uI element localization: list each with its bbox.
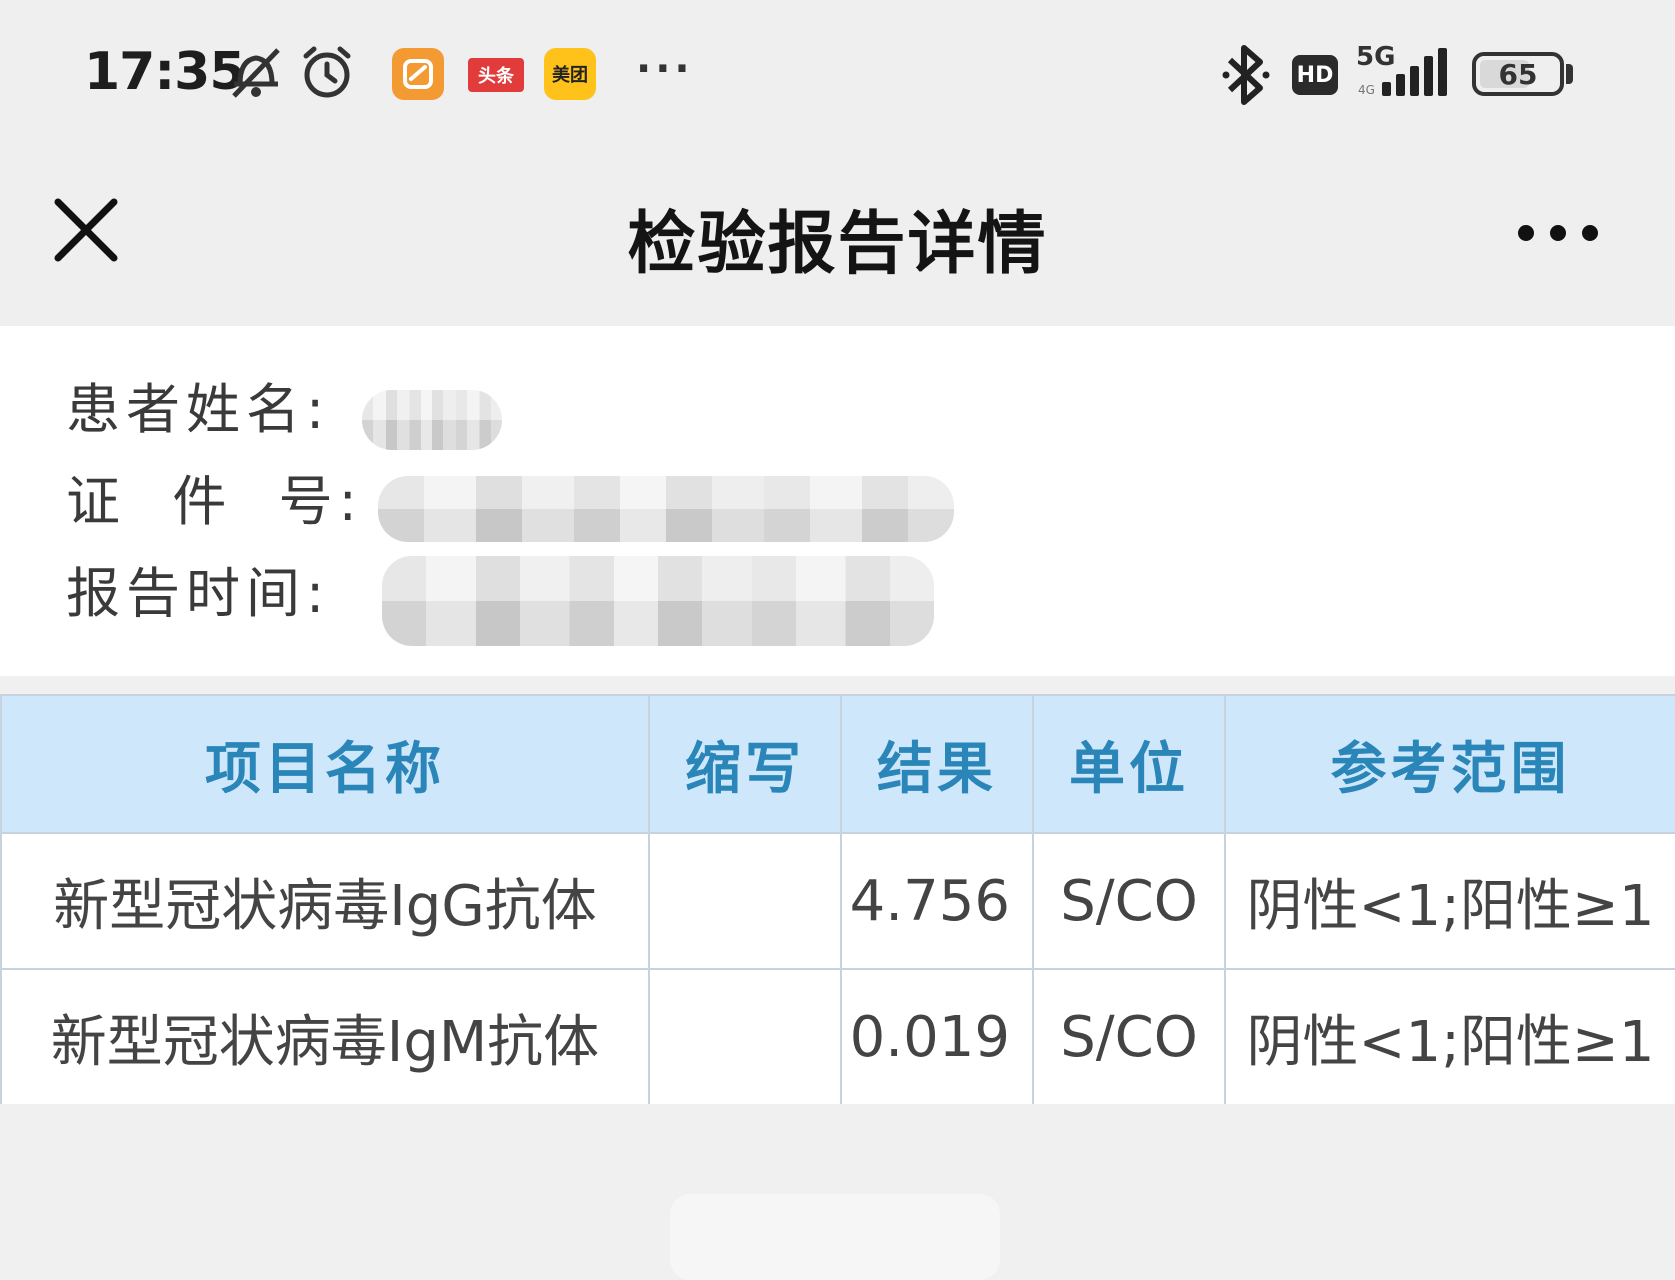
cell-abbr bbox=[648, 968, 842, 1106]
header-unit: 单位 bbox=[1032, 694, 1226, 834]
result-table: 项目名称 缩写 结果 单位 参考范围 新型冠状病毒IgG抗体 4.756 S/C… bbox=[0, 694, 1675, 1106]
toutiao-app-label: 头条 bbox=[478, 66, 514, 87]
cell-unit: S/CO bbox=[1032, 832, 1226, 970]
header-result: 结果 bbox=[840, 694, 1034, 834]
more-dots-icon bbox=[1518, 225, 1598, 241]
redacted-bottom-content bbox=[670, 1194, 1000, 1280]
cell-result: 0.019 bbox=[840, 968, 1034, 1106]
toutiao-app-icon: 头条 bbox=[468, 58, 524, 92]
svg-text:4G: 4G bbox=[1358, 83, 1375, 97]
redacted-report-time bbox=[382, 556, 934, 646]
patient-info-panel: 患者姓名: 证 件 号: 报告时间: bbox=[0, 326, 1675, 676]
orange-app-glyph-icon bbox=[403, 59, 433, 89]
signal-icon: 4G bbox=[1358, 48, 1447, 97]
status-more-dots: ··· bbox=[636, 46, 694, 92]
table-header-row: 项目名称 缩写 结果 单位 参考范围 bbox=[0, 694, 1675, 834]
orange-app-icon bbox=[392, 48, 444, 100]
notification-muted-icon bbox=[232, 48, 280, 98]
meituan-app-icon: 美团 bbox=[544, 48, 596, 100]
cell-item-name: 新型冠状病毒IgM抗体 bbox=[0, 968, 650, 1106]
cell-item-name: 新型冠状病毒IgG抗体 bbox=[0, 832, 650, 970]
more-button[interactable] bbox=[1508, 198, 1608, 268]
redacted-patient-name bbox=[362, 390, 502, 450]
status-bar: 17:35 头条 美团 ··· HD 5G 4G 65 bbox=[0, 0, 1675, 150]
report-time-label: 报告时间: bbox=[66, 561, 331, 625]
cell-reference-range: 阴性<1;阳性≥1 bbox=[1224, 832, 1675, 970]
hd-badge: HD bbox=[1292, 55, 1338, 95]
meituan-app-label: 美团 bbox=[552, 65, 588, 86]
alarm-icon bbox=[303, 46, 351, 98]
nav-bar: 检验报告详情 bbox=[0, 150, 1675, 326]
patient-id-label: 证 件 号: bbox=[66, 469, 363, 533]
patient-id-row: 证 件 号: bbox=[66, 458, 363, 534]
table-row: 新型冠状病毒IgG抗体 4.756 S/CO 阴性<1;阳性≥1 bbox=[0, 832, 1675, 970]
header-item-name: 项目名称 bbox=[0, 694, 650, 834]
bottom-area bbox=[0, 1104, 1675, 1280]
table-row: 新型冠状病毒IgM抗体 0.019 S/CO 阴性<1;阳性≥1 bbox=[0, 968, 1675, 1106]
cell-abbr bbox=[648, 832, 842, 970]
patient-name-row: 患者姓名: bbox=[66, 366, 330, 442]
battery-tip bbox=[1566, 64, 1573, 84]
battery-icon: 65 bbox=[1472, 52, 1564, 96]
header-abbr: 缩写 bbox=[648, 694, 842, 834]
cell-result: 4.756 bbox=[840, 832, 1034, 970]
report-time-row: 报告时间: bbox=[66, 550, 330, 626]
header-reference-range: 参考范围 bbox=[1224, 694, 1675, 834]
status-time: 17:35 bbox=[84, 42, 246, 102]
cell-unit: S/CO bbox=[1032, 968, 1226, 1106]
bluetooth-icon bbox=[1222, 45, 1270, 105]
redacted-patient-id bbox=[378, 476, 954, 542]
battery-level: 65 bbox=[1498, 57, 1538, 91]
cell-reference-range: 阴性<1;阳性≥1 bbox=[1224, 968, 1675, 1106]
page-title: 检验报告详情 bbox=[627, 205, 1048, 284]
patient-name-label: 患者姓名: bbox=[66, 377, 331, 441]
